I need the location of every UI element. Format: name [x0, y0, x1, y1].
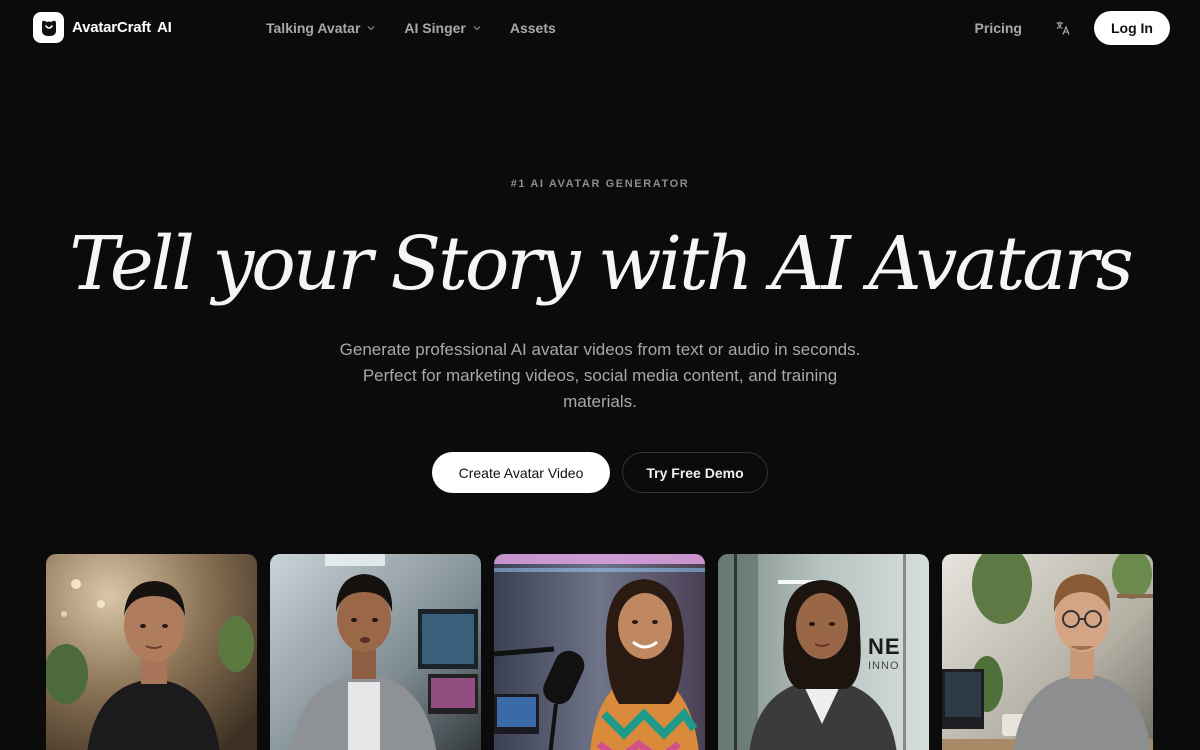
avatar-card-1[interactable]: [46, 554, 257, 750]
avatar-image: [942, 554, 1153, 750]
logo-icon: [33, 12, 64, 43]
avatar-gallery: NE INNO: [46, 554, 1153, 750]
create-avatar-video-button[interactable]: Create Avatar Video: [432, 452, 610, 493]
nav-assets[interactable]: Assets: [510, 20, 556, 36]
brand-name-text: AvatarCraft: [72, 19, 151, 36]
avatar-image: [494, 554, 705, 750]
nav-assets-label: Assets: [509, 20, 556, 36]
brand-logo[interactable]: AvatarCraft AI: [33, 12, 172, 43]
nav-talking-avatar[interactable]: Talking Avatar: [266, 20, 376, 36]
top-navbar: AvatarCraft AI Talking Avatar AI Singer A…: [0, 0, 1200, 56]
nav-talking-avatar-label: Talking Avatar: [266, 20, 361, 36]
avatar-card-4[interactable]: NE INNO: [718, 554, 929, 750]
hero-eyebrow: #1 AI AVATAR GENERATOR: [510, 178, 690, 190]
hero-headline: Tell your Story with AI Avatars: [69, 221, 1134, 307]
hero-subtitle: Generate professional AI avatar videos f…: [339, 340, 861, 411]
nav-links: Talking Avatar AI Singer Assets: [266, 0, 556, 56]
avatar-image: [270, 554, 481, 750]
chevron-down-icon: [473, 26, 481, 31]
brand-suffix: AI: [156, 19, 172, 36]
login-button[interactable]: Log In: [1094, 11, 1170, 45]
avatar-card-5[interactable]: [942, 554, 1153, 750]
nav-pricing[interactable]: Pricing: [975, 20, 1022, 36]
nav-ai-singer-label: AI Singer: [404, 20, 466, 36]
card-4-sign-text: NE INNO: [868, 634, 901, 672]
avatar-card-2[interactable]: [270, 554, 481, 750]
landing-page: AvatarCraft AI Talking Avatar AI Singer A…: [0, 0, 1200, 750]
brand-name: AvatarCraft AI: [72, 19, 172, 36]
nav-ai-singer[interactable]: AI Singer: [404, 20, 481, 36]
card-4-sign-main: NE: [868, 634, 901, 659]
nav-actions: Pricing Log In: [975, 11, 1170, 45]
card-4-sign-sub: INNO: [868, 660, 900, 672]
translate-icon[interactable]: [1055, 20, 1071, 36]
avatar-card-3[interactable]: [494, 554, 705, 750]
hero-cta-group: Create Avatar Video Try Free Demo: [0, 452, 1200, 493]
try-free-demo-button[interactable]: Try Free Demo: [622, 452, 768, 493]
avatar-image: [46, 554, 257, 750]
chevron-down-icon: [367, 26, 375, 31]
